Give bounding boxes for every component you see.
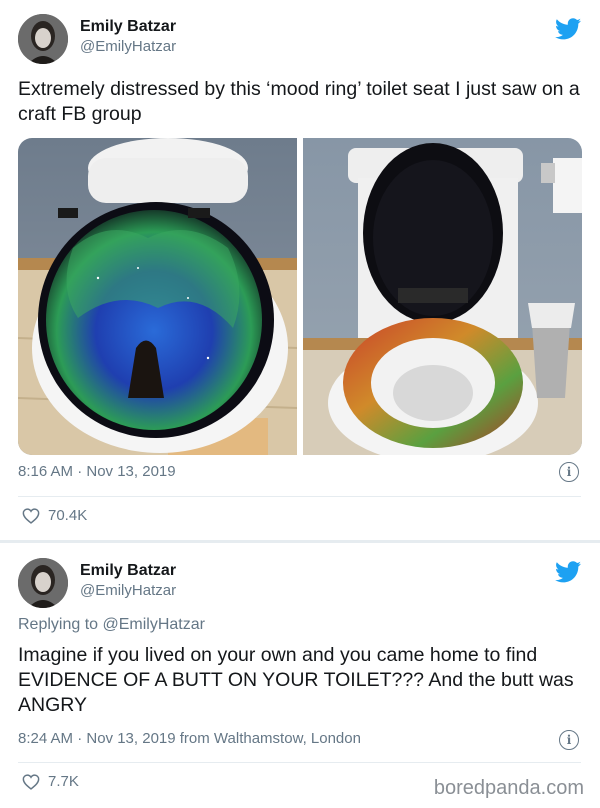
photo-toilet-seat-open[interactable] bbox=[303, 138, 582, 455]
info-icon[interactable]: i bbox=[559, 730, 579, 750]
divider bbox=[18, 762, 581, 763]
like-count: 70.4K bbox=[48, 507, 88, 524]
heart-icon bbox=[22, 507, 40, 524]
reply-prefix: Replying to bbox=[18, 616, 99, 633]
tweet-text: Extremely distressed by this ‘mood ring’… bbox=[18, 78, 580, 125]
author-handle[interactable]: @EmilyHatzar bbox=[80, 582, 176, 599]
tweet-text: Imagine if you lived on your own and you… bbox=[18, 644, 574, 716]
like-button[interactable]: 70.4K bbox=[22, 507, 87, 524]
divider bbox=[18, 496, 581, 497]
info-icon[interactable]: i bbox=[559, 462, 579, 482]
author-name[interactable]: Emily Batzar bbox=[80, 18, 176, 36]
author-name[interactable]: Emily Batzar bbox=[80, 562, 176, 580]
tweet-timestamp[interactable]: 8:24 AM · Nov 13, 2019 from Walthamstow,… bbox=[18, 730, 361, 747]
tweet-timestamp[interactable]: 8:16 AM · Nov 13, 2019 bbox=[18, 463, 176, 480]
tweet-2: Emily Batzar @EmilyHatzar Replying to @E… bbox=[0, 543, 600, 808]
avatar[interactable] bbox=[18, 14, 68, 64]
like-count: 7.7K bbox=[48, 773, 79, 790]
avatar[interactable] bbox=[18, 558, 68, 608]
twitter-bird-icon[interactable] bbox=[555, 561, 581, 583]
twitter-bird-icon[interactable] bbox=[555, 18, 581, 40]
reply-mention-link[interactable]: @EmilyHatzar bbox=[103, 616, 205, 633]
like-button[interactable]: 7.7K bbox=[22, 773, 79, 790]
photo-toilet-seat-closed[interactable] bbox=[18, 138, 297, 455]
replying-to: Replying to @EmilyHatzar bbox=[18, 616, 205, 634]
heart-icon bbox=[22, 773, 40, 790]
watermark: boredpanda.com bbox=[433, 777, 584, 799]
tweet-1: Emily Batzar @EmilyHatzar Extremely dist… bbox=[0, 0, 600, 540]
author-handle[interactable]: @EmilyHatzar bbox=[80, 38, 176, 55]
